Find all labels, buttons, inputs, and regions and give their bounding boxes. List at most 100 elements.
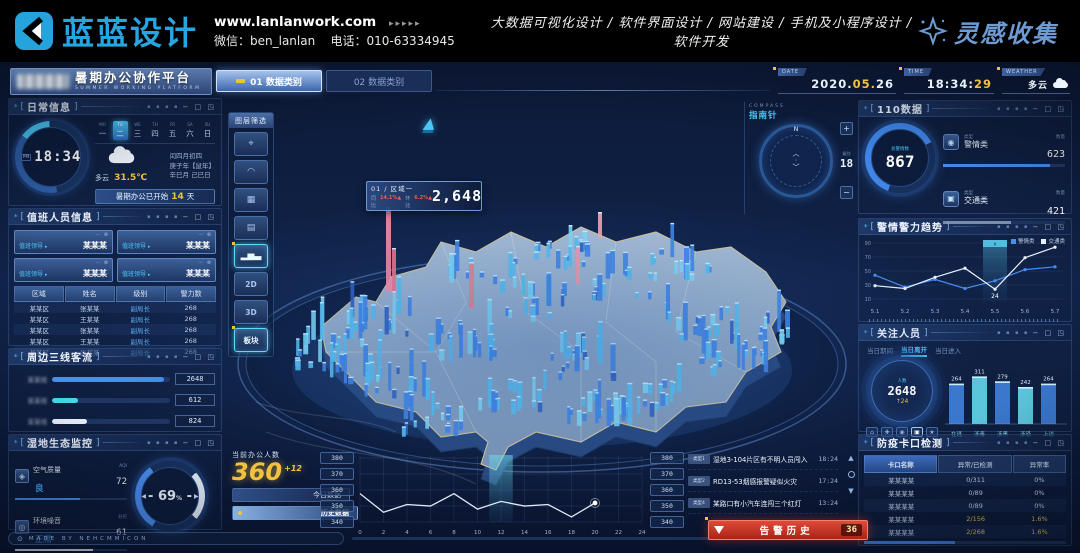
svg-text:18: 18 (568, 530, 575, 536)
leaf-icon: ◈ (15, 469, 29, 483)
tab-data-category-1[interactable]: 01 数据类别 (216, 70, 322, 92)
scroll-down-icon[interactable]: ▼ (848, 487, 853, 495)
mode-block[interactable]: 板块 (234, 328, 268, 352)
y-tick-box: 350 (650, 500, 684, 512)
window-controls-icon[interactable]: − □ ◳ (182, 103, 216, 111)
weekday-cell[interactable]: FR五 (165, 121, 180, 140)
camera-layer-icon[interactable]: ⌖ (234, 132, 268, 156)
focus-tab[interactable]: 当日期间 (867, 345, 893, 356)
barchart-layer-icon[interactable]: ▂▅▃ (234, 244, 268, 268)
summer-notice-bar: 暑期办公已开始 14 天 (95, 189, 215, 204)
alert-tag: 类型1 (688, 454, 710, 464)
table-scrollbar[interactable] (864, 541, 1066, 544)
duty-leader-card[interactable]: 值班领导▸⋯ ⊗某某某 (117, 230, 216, 254)
analog-clock: PM 18:34 (15, 121, 87, 193)
focus-tab[interactable]: 当日进入 (935, 345, 961, 356)
lunar-calendar-text: 闰四月初四庚子年【鼠年】辛巳月 己巳日 (170, 152, 216, 180)
y-tick-box: 360 (650, 484, 684, 496)
weekday-cell[interactable]: MO一 (95, 121, 110, 140)
signal-layer-icon[interactable]: ◠ (234, 160, 268, 184)
inspiration-collect[interactable]: 灵感收集 (918, 14, 1080, 49)
alert-row[interactable]: 类型1湿地3-104片区有不明人员闯入18:24 (688, 448, 838, 470)
alert-row[interactable]: 类型2RD13-53烟感报警疑似火灾17:24 (688, 470, 838, 492)
mode-2d[interactable]: 2D (234, 272, 268, 296)
weekday-cell[interactable]: TH四 (148, 121, 163, 140)
tooltip-region: 01 / 区域一 (371, 183, 432, 193)
weekday-cell[interactable]: TU二 (113, 121, 128, 140)
flow-bar (52, 398, 170, 403)
table-header-cell: 级别 (116, 286, 166, 302)
y-axis-left: 380370360350340 (320, 452, 354, 528)
lanlan-logo-icon (14, 11, 54, 51)
svg-text:5.5: 5.5 (991, 309, 1000, 315)
table-header-cell[interactable]: 异常/已检测 (938, 455, 1011, 473)
panel-wetland-eco: *[ 湿地生态监控 ]▪ ▪ ▪ ▪ − □ ◳ ◈ 空气质量 良 AQI 72 (8, 434, 222, 530)
window-controls-icon[interactable]: − □ ◳ (182, 353, 216, 361)
list-item: 某某线824 (15, 415, 215, 427)
zoom-out-button[interactable]: − (840, 186, 853, 199)
duty-leader-card[interactable]: 值班领导▸⋯ ⊗某某某 (14, 230, 113, 254)
compass-widget: COMPASS 指南针 N ︿·﹀ + 级别 18 − (744, 102, 856, 214)
panel-110-data: *[ 110数据 ]▪ ▪ ▪ ▪ − □ ◳ 总警情数 867 ◉类型警情类数… (858, 100, 1072, 214)
panel-title: 日常信息 (27, 99, 71, 114)
y-tick-box: 370 (320, 468, 354, 480)
duty-leader-card[interactable]: 值班领导▸⋯ ⊗某某某 (14, 258, 113, 282)
card-options-icon[interactable]: ⋯ ⊗ (198, 260, 212, 266)
table-row: 某某某某0/890% (864, 486, 1066, 499)
zoom-in-button[interactable]: + (840, 122, 853, 135)
scroll-dot-icon[interactable] (848, 471, 855, 478)
duty-leader-card[interactable]: 值班领导▸⋯ ⊗某某某 (117, 258, 216, 282)
traffic-icon: ▣ (943, 191, 959, 207)
blurred-org-logo (17, 74, 69, 89)
alert-row[interactable]: 类型4某路口有小汽车连闯三个红灯13:24 (688, 492, 838, 514)
cloud-icon (1053, 82, 1068, 88)
y-tick-box: 350 (320, 500, 354, 512)
panel-focus-personnel: *[ 关注人员 ]▪ ▪ ▪ ▪ − □ ◳ 当日期间当日离开当日进入 人数 2… (858, 324, 1072, 432)
alarm-icon: ◉ (943, 134, 959, 150)
focus-tab[interactable]: 当日离开 (901, 344, 927, 357)
dashboard: ▲ 暑期办公协作平台 SUMMER WORKING PLATFORM 01 数据… (0, 62, 1080, 553)
y-axis-right: 380370360350340 (650, 452, 684, 528)
svg-text:12: 12 (498, 530, 505, 536)
promo-banner: 蓝蓝设计 www.lanlanwork.com ▸▸▸▸▸ 微信：ben_lan… (0, 0, 1080, 62)
card-options-icon[interactable]: ⋯ ⊗ (198, 232, 212, 238)
card-options-icon[interactable]: ⋯ ⊗ (95, 260, 109, 266)
panel-alarm-trend: *[ 警情警力趋势 ]▪ ▪ ▪ ▪ − □ ◳ 警情类交通类 90705030… (858, 218, 1072, 322)
credit-bar: ⊙ MADE BY NEHCMMICON (8, 532, 344, 545)
window-controls-icon[interactable]: − □ ◳ (1032, 439, 1066, 447)
window-controls-icon[interactable]: − □ ◳ (182, 439, 216, 447)
weekday-cell[interactable]: WE三 (130, 121, 145, 140)
alert-list: 类型1湿地3-104片区有不明人员闯入18:24类型2RD13-53烟感报警疑似… (688, 448, 838, 514)
total-alarm-value: 867 (886, 152, 915, 171)
window-controls-icon[interactable]: − □ ◳ (182, 213, 216, 221)
svg-text:16: 16 (545, 530, 552, 536)
mode-3d[interactable]: 3D (234, 300, 268, 324)
compass-dial[interactable]: N ︿·﹀ (759, 124, 833, 198)
list-item: 某某线612 (15, 394, 215, 406)
air-status: 良 (35, 484, 44, 494)
y-tick-box: 380 (650, 452, 684, 464)
svg-text:10: 10 (474, 530, 481, 536)
window-controls-icon[interactable]: − □ ◳ (1032, 223, 1066, 231)
weekday-cell[interactable]: SA六 (183, 121, 198, 140)
grid-layer-icon[interactable]: ▦ (234, 188, 268, 212)
scroll-up-icon[interactable]: ▲ (848, 454, 853, 462)
svg-text:279: 279 (997, 374, 1008, 380)
tab-data-category-2[interactable]: 02 数据类别 (326, 70, 432, 92)
website-link[interactable]: www.lanlanwork.com (214, 14, 376, 30)
svg-text:8: 8 (452, 530, 456, 536)
flow-bar (52, 377, 170, 382)
table-header-cell[interactable]: 异常率 (1013, 455, 1066, 473)
tooltip-value: 2,648 (432, 187, 482, 205)
window-controls-icon[interactable]: − □ ◳ (1032, 105, 1066, 113)
building-layer-icon[interactable]: ▤ (234, 216, 268, 240)
arrow-decor: ▸▸▸▸▸ (389, 19, 422, 29)
weekday-cell[interactable]: SU日 (200, 121, 215, 140)
table-header-cell[interactable]: 卡口名称 (864, 455, 937, 473)
svg-text:5.3: 5.3 (931, 309, 940, 315)
card-options-icon[interactable]: ⋯ ⊗ (95, 232, 109, 238)
contact-info: www.lanlanwork.com ▸▸▸▸▸ 微信：ben_lanlan 电… (214, 12, 455, 50)
window-controls-icon[interactable]: − □ ◳ (1032, 329, 1066, 337)
svg-text:264: 264 (951, 377, 962, 383)
alarm-history-banner[interactable]: 告警历史 36 (708, 520, 868, 540)
